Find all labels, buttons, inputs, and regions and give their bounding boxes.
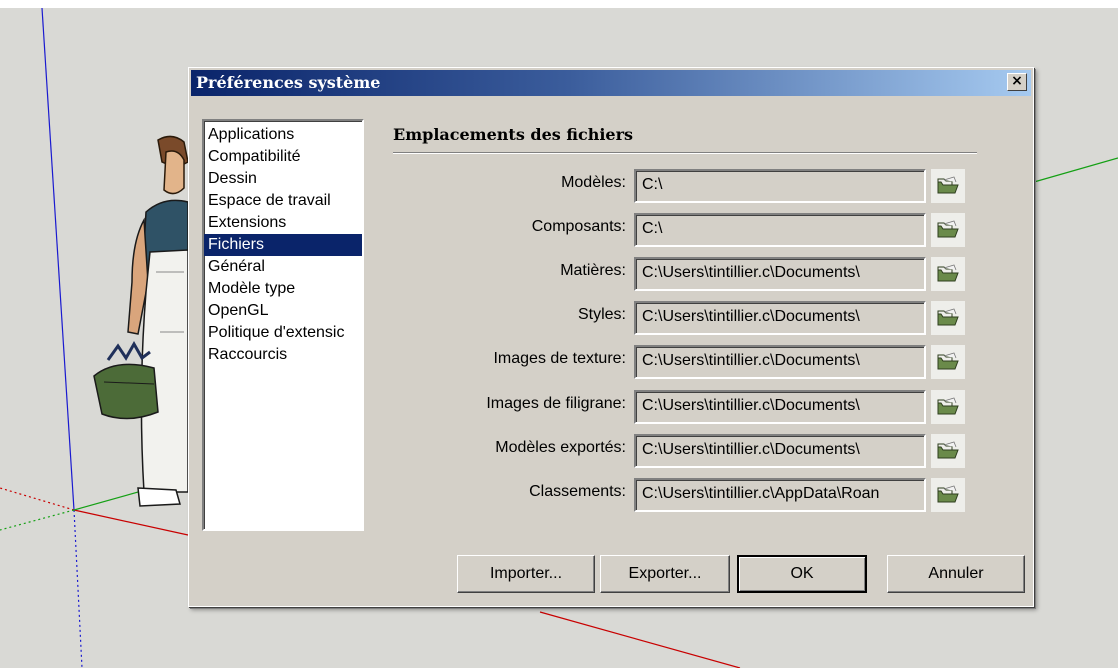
file-row-images-de-texture: Images de texture: C:\Users\tintillier.c… bbox=[189, 343, 1035, 379]
import-button[interactable]: Importer... bbox=[457, 555, 595, 593]
folder-open-icon bbox=[937, 397, 959, 415]
browse-button[interactable] bbox=[931, 390, 965, 424]
dialog-title: Préférences système bbox=[196, 73, 381, 92]
red-axis-line-lower bbox=[539, 611, 741, 668]
close-icon: × bbox=[1011, 73, 1023, 89]
green-axis-line-right bbox=[1033, 157, 1118, 183]
path-field[interactable]: C:\Users\tintillier.c\Documents\ bbox=[634, 301, 926, 335]
path-field[interactable]: C:\Users\tintillier.c\AppData\Roan bbox=[634, 478, 926, 512]
path-field[interactable]: C:\ bbox=[634, 169, 926, 203]
browse-button[interactable] bbox=[931, 213, 965, 247]
folder-open-icon bbox=[937, 485, 959, 503]
person-figure[interactable] bbox=[80, 132, 190, 512]
section-divider bbox=[393, 152, 977, 154]
category-item-compatibilite[interactable]: Compatibilité bbox=[204, 146, 362, 168]
folder-open-icon bbox=[937, 441, 959, 459]
file-row-label: Styles: bbox=[577, 306, 626, 323]
section-title: Emplacements des fichiers bbox=[393, 125, 634, 144]
blue-axis-dotted bbox=[73, 509, 83, 668]
cancel-button[interactable]: Annuler bbox=[887, 555, 1025, 593]
folder-open-icon bbox=[937, 264, 959, 282]
title-bar[interactable]: Préférences système × bbox=[191, 70, 1031, 96]
browse-button[interactable] bbox=[931, 434, 965, 468]
folder-open-icon bbox=[937, 220, 959, 238]
file-row-composants: Composants: C:\ bbox=[189, 211, 1035, 247]
path-field[interactable]: C:\Users\tintillier.c\Documents\ bbox=[634, 390, 926, 424]
file-row-modeles-exportes: Modèles exportés: C:\Users\tintillier.c\… bbox=[189, 432, 1035, 468]
red-axis-line bbox=[73, 509, 189, 536]
export-button[interactable]: Exporter... bbox=[600, 555, 730, 593]
file-row-label: Classements: bbox=[529, 483, 626, 500]
file-row-label: Composants: bbox=[531, 218, 626, 235]
file-row-classements: Classements: C:\Users\tintillier.c\AppDa… bbox=[189, 476, 1035, 512]
file-row-label: Matières: bbox=[560, 262, 626, 279]
browse-button[interactable] bbox=[931, 257, 965, 291]
file-row-styles: Styles: C:\Users\tintillier.c\Documents\ bbox=[189, 299, 1035, 335]
folder-open-icon bbox=[937, 352, 959, 370]
green-axis-dotted bbox=[0, 509, 75, 531]
browse-button[interactable] bbox=[931, 345, 965, 379]
file-row-label: Images de texture: bbox=[493, 350, 626, 367]
file-row-label: Modèles: bbox=[561, 174, 626, 191]
path-field[interactable]: C:\Users\tintillier.c\Documents\ bbox=[634, 434, 926, 468]
folder-open-icon bbox=[937, 176, 959, 194]
file-row-matieres: Matières: C:\Users\tintillier.c\Document… bbox=[189, 255, 1035, 291]
file-row-images-de-filigrane: Images de filigrane: C:\Users\tintillier… bbox=[189, 388, 1035, 424]
file-row-label: Images de filigrane: bbox=[486, 395, 626, 412]
browse-button[interactable] bbox=[931, 478, 965, 512]
ok-button[interactable]: OK bbox=[737, 555, 867, 593]
file-row-modeles: Modèles: C:\ bbox=[189, 167, 1035, 203]
browse-button[interactable] bbox=[931, 169, 965, 203]
folder-open-icon bbox=[937, 308, 959, 326]
path-field[interactable]: C:\Users\tintillier.c\Documents\ bbox=[634, 257, 926, 291]
close-button[interactable]: × bbox=[1007, 73, 1027, 91]
path-field[interactable]: C:\ bbox=[634, 213, 926, 247]
path-field[interactable]: C:\Users\tintillier.c\Documents\ bbox=[634, 345, 926, 379]
blue-axis-line bbox=[41, 7, 75, 511]
file-row-label: Modèles exportés: bbox=[495, 439, 626, 456]
browse-button[interactable] bbox=[931, 301, 965, 335]
system-preferences-dialog: Préférences système × Applications Compa… bbox=[188, 67, 1034, 607]
category-item-applications[interactable]: Applications bbox=[204, 124, 362, 146]
red-axis-dotted bbox=[0, 487, 75, 511]
